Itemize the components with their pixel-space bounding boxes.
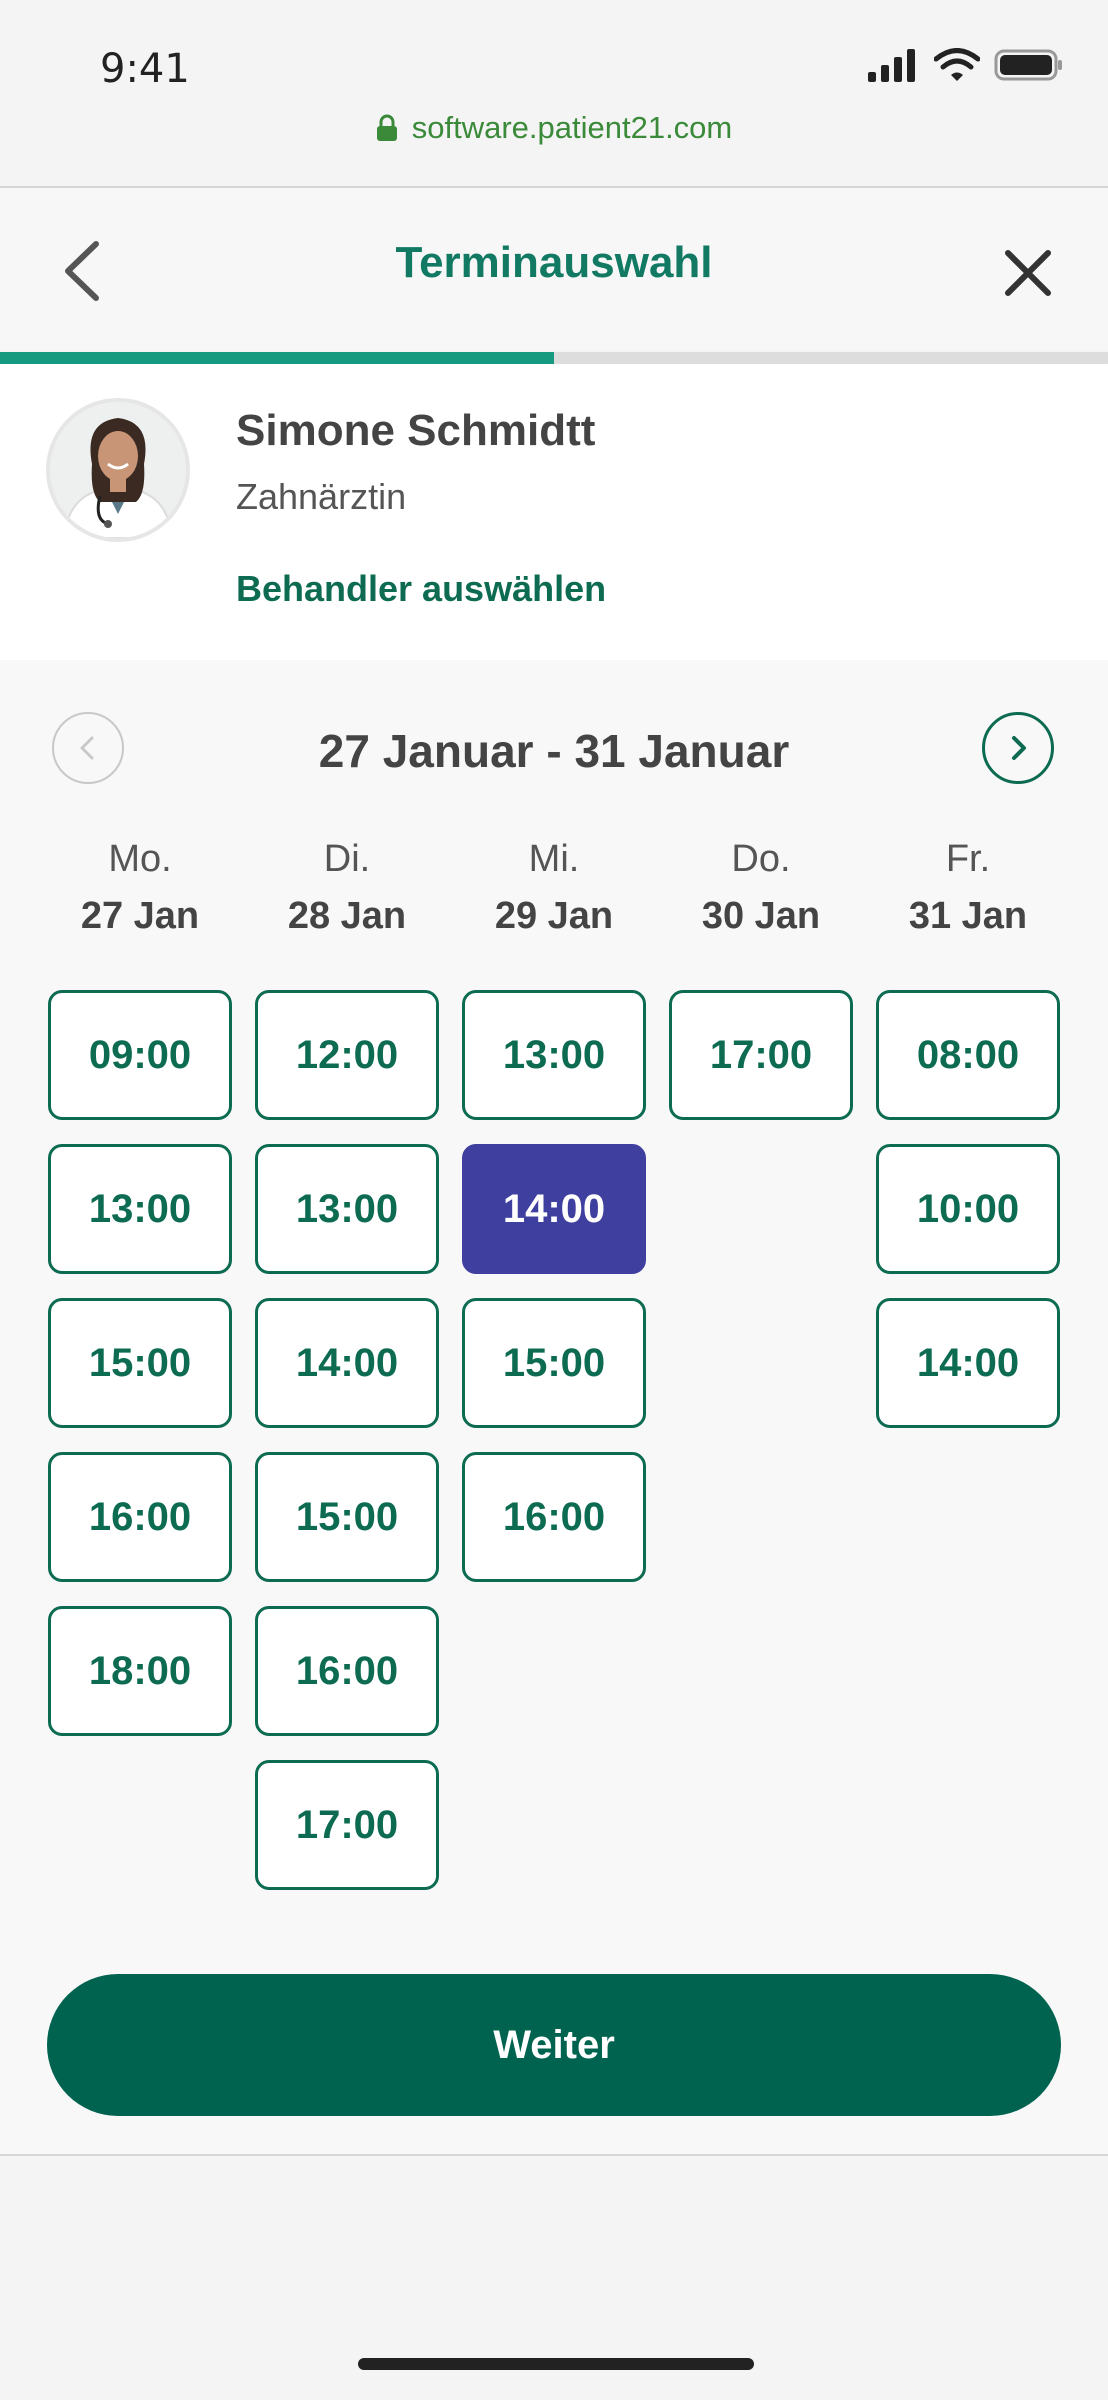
status-bar: 9:41: [0, 0, 1108, 110]
time-slot[interactable]: 13:00: [48, 1144, 232, 1274]
day-date: 30 Jan: [701, 895, 821, 937]
close-icon: [1005, 250, 1051, 296]
doctor-role: Zahnärztin: [236, 476, 407, 517]
day-column-tue: Di. 28 Jan: [255, 838, 439, 938]
nav-header: Terminauswahl: [0, 188, 1108, 350]
day-date: 29 Jan: [494, 895, 614, 937]
day-column-thu: Do. 30 Jan: [669, 838, 853, 938]
time-slot[interactable]: 16:00: [48, 1452, 232, 1582]
doctor-name: Simone Schmidtt: [236, 406, 596, 455]
doctor-card: Simone Schmidtt Zahnärztin Behandler aus…: [0, 364, 1108, 660]
day-date: 28 Jan: [287, 895, 407, 937]
time-slot-selected[interactable]: 14:00: [462, 1144, 646, 1274]
battery-icon: [994, 49, 1062, 81]
day-column-fri: Fr. 31 Jan: [876, 838, 1060, 938]
doctor-avatar-image: [50, 402, 186, 538]
url-text: software.patient21.com: [411, 110, 733, 145]
time-slot[interactable]: 14:00: [255, 1298, 439, 1428]
day-column-wed: Mi. 29 Jan: [462, 838, 646, 938]
time-slot[interactable]: 18:00: [48, 1606, 232, 1736]
next-week-button[interactable]: [982, 712, 1054, 784]
time-slot[interactable]: 17:00: [255, 1760, 439, 1890]
status-icons: [868, 48, 1064, 82]
week-range: 27 Januar - 31 Januar: [318, 725, 790, 777]
time-slot[interactable]: 13:00: [462, 990, 646, 1120]
wifi-icon: [934, 48, 980, 81]
calendar: 27 Januar - 31 Januar Mo. 27 Jan Di. 28 …: [0, 660, 1108, 2154]
time-slot[interactable]: 08:00: [876, 990, 1060, 1120]
day-name: Mi.: [528, 838, 580, 880]
status-time: 9:41: [100, 46, 190, 92]
time-slot[interactable]: 15:00: [462, 1298, 646, 1428]
time-slot[interactable]: 10:00: [876, 1144, 1060, 1274]
time-slot[interactable]: 16:00: [462, 1452, 646, 1582]
day-name: Do.: [731, 838, 791, 880]
url-display: software.patient21.com: [376, 110, 733, 146]
signal-icon: [868, 49, 915, 82]
divider: [0, 2154, 1108, 2156]
time-slot[interactable]: 15:00: [48, 1298, 232, 1428]
time-slot[interactable]: 12:00: [255, 990, 439, 1120]
day-date: 27 Jan: [80, 895, 200, 937]
day-name: Mo.: [108, 838, 172, 880]
day-date: 31 Jan: [908, 895, 1028, 937]
time-slot[interactable]: 09:00: [48, 990, 232, 1120]
browser-url-bar[interactable]: software.patient21.com: [0, 110, 1108, 186]
time-slot[interactable]: 17:00: [669, 990, 853, 1120]
home-indicator: [358, 2358, 754, 2370]
lock-icon: [376, 114, 397, 141]
progress-bar: [0, 352, 1108, 364]
chevron-right-icon: [1012, 736, 1026, 760]
time-slot[interactable]: 14:00: [876, 1298, 1060, 1428]
time-slot[interactable]: 16:00: [255, 1606, 439, 1736]
time-slot[interactable]: 13:00: [255, 1144, 439, 1274]
page-title: Terminauswahl: [395, 238, 713, 287]
day-name: Fr.: [945, 838, 991, 880]
progress-fill: [0, 352, 554, 364]
avatar: [46, 398, 190, 542]
close-button[interactable]: [1000, 238, 1056, 304]
change-doctor-link[interactable]: Behandler auswählen: [236, 568, 606, 610]
day-column-mon: Mo. 27 Jan: [48, 838, 232, 938]
time-slot[interactable]: 15:00: [255, 1452, 439, 1582]
day-name: Di.: [323, 838, 371, 880]
continue-button[interactable]: Weiter: [47, 1974, 1061, 2116]
